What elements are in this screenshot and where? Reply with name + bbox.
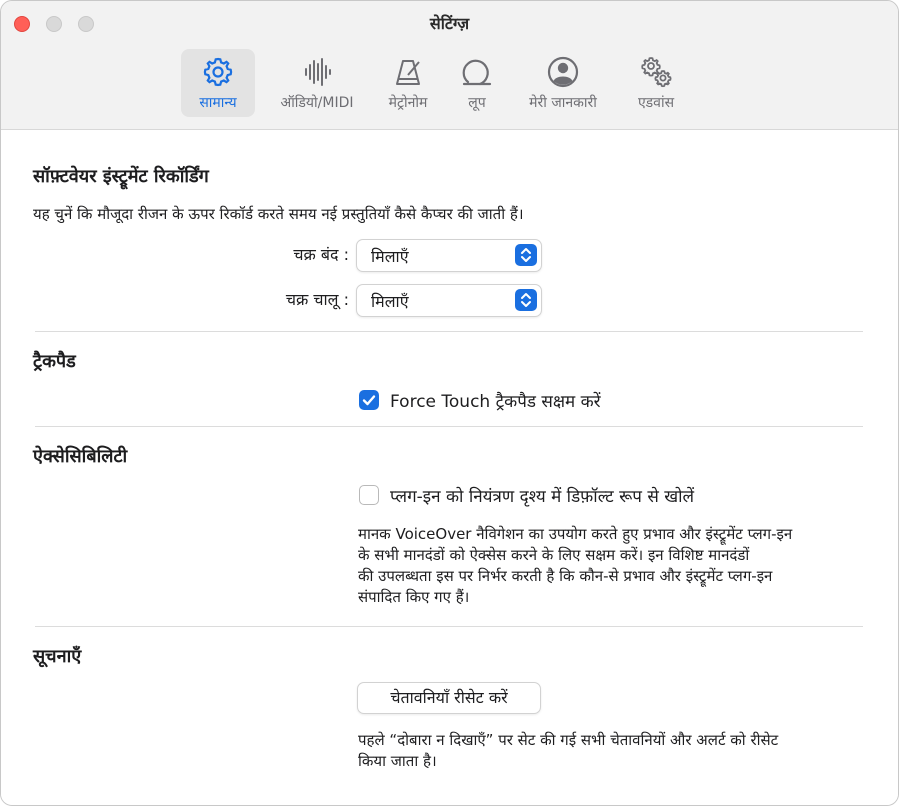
settings-toolbar: सामान्य ऑडियो/MIDI मेट्रोनोम लूप मेरी जा…: [1, 49, 898, 119]
settings-content: सॉफ़्टवेयर इंस्ट्रूमेंट रिकॉर्डिंग यह चु…: [1, 130, 898, 805]
plugin-controls-label: प्लग-इन को नियंत्रण दृश्य में डिफ़ॉल्ट र…: [390, 487, 695, 507]
tab-loop[interactable]: लूप: [449, 49, 505, 117]
plugin-controls-checkbox[interactable]: [359, 485, 379, 505]
recording-section-title: सॉफ़्टवेयर इंस्ट्रूमेंट रिकॉर्डिंग: [33, 166, 209, 187]
force-touch-label: Force Touch ट्रैकपैड सक्षम करें: [390, 392, 601, 412]
tab-general-label: सामान्य: [199, 95, 237, 111]
force-touch-checkbox[interactable]: [359, 390, 379, 410]
tab-metronome-label: मेट्रोनोम: [388, 95, 428, 111]
tab-audio-midi-label: ऑडियो/MIDI: [280, 95, 354, 111]
description-line: पहले “दोबारा न दिखाएँ” पर सेट की गई सभी …: [358, 731, 779, 749]
tab-my-info-label: मेरी जानकारी: [529, 95, 597, 111]
waveform-icon: [305, 58, 331, 86]
title-bar: सेटिंग्ज़ सामान्य ऑडियो/MIDI मेट्रोनोम ल…: [1, 1, 898, 130]
cycle-on-label: चक्र चालू :: [285, 290, 349, 309]
tab-advanced-label: एडवांस: [637, 95, 675, 111]
description-line: किया जाता है।: [358, 752, 437, 770]
description-line: के सभी मानदंडों को ऐक्सेस करने के लिए सक…: [358, 546, 750, 564]
gear-icon: [203, 57, 233, 87]
checkmark-icon: [362, 395, 376, 406]
section-divider: [35, 426, 863, 427]
section-divider: [35, 626, 863, 627]
settings-window: सेटिंग्ज़ सामान्य ऑडियो/MIDI मेट्रोनोम ल…: [0, 0, 899, 806]
gears-icon: [641, 57, 672, 88]
description-line: संपादित किए गए हैं।: [358, 588, 470, 606]
reset-warnings-button[interactable]: चेतावनियाँ रीसेट करें: [357, 682, 541, 714]
tab-loop-label: लूप: [468, 95, 486, 111]
window-title: सेटिंग्ज़: [429, 14, 470, 33]
cycle-off-label: चक्र बंद :: [293, 245, 349, 264]
up-down-chevron-icon: [515, 289, 537, 311]
person-circle-icon: [547, 56, 579, 88]
cycle-on-value: मिलाएँ: [371, 292, 409, 311]
tab-advanced[interactable]: एडवांस: [623, 49, 689, 117]
cycle-on-select[interactable]: मिलाएँ: [356, 284, 542, 317]
tab-my-info[interactable]: मेरी जानकारी: [513, 49, 613, 117]
trackpad-section-title: ट्रैकपैड: [33, 351, 76, 372]
metronome-icon: [396, 60, 420, 85]
cycle-off-select[interactable]: मिलाएँ: [356, 239, 542, 272]
tab-general[interactable]: सामान्य: [181, 49, 255, 117]
tab-metronome[interactable]: मेट्रोनोम: [375, 49, 441, 117]
cycle-off-value: मिलाएँ: [371, 247, 409, 266]
loop-icon: [462, 59, 492, 86]
notifications-section-title: सूचनाएँ: [33, 646, 82, 667]
recording-description: यह चुनें कि मौजूदा रीजन के ऊपर रिकॉर्ड क…: [33, 205, 524, 223]
accessibility-description: मानक VoiceOver नैविगेशन का उपयोग करते हु…: [358, 524, 792, 608]
tab-audio-midi[interactable]: ऑडियो/MIDI: [267, 49, 367, 117]
notifications-description: पहले “दोबारा न दिखाएँ” पर सेट की गई सभी …: [358, 730, 778, 772]
accessibility-section-title: ऐक्सेसिबिलिटी: [33, 446, 128, 467]
section-divider: [35, 331, 863, 332]
description-line: मानक VoiceOver नैविगेशन का उपयोग करते हु…: [358, 525, 793, 543]
up-down-chevron-icon: [515, 244, 537, 266]
description-line: की उपलब्धता इस पर निर्भर करती है कि कौन-…: [358, 567, 773, 585]
